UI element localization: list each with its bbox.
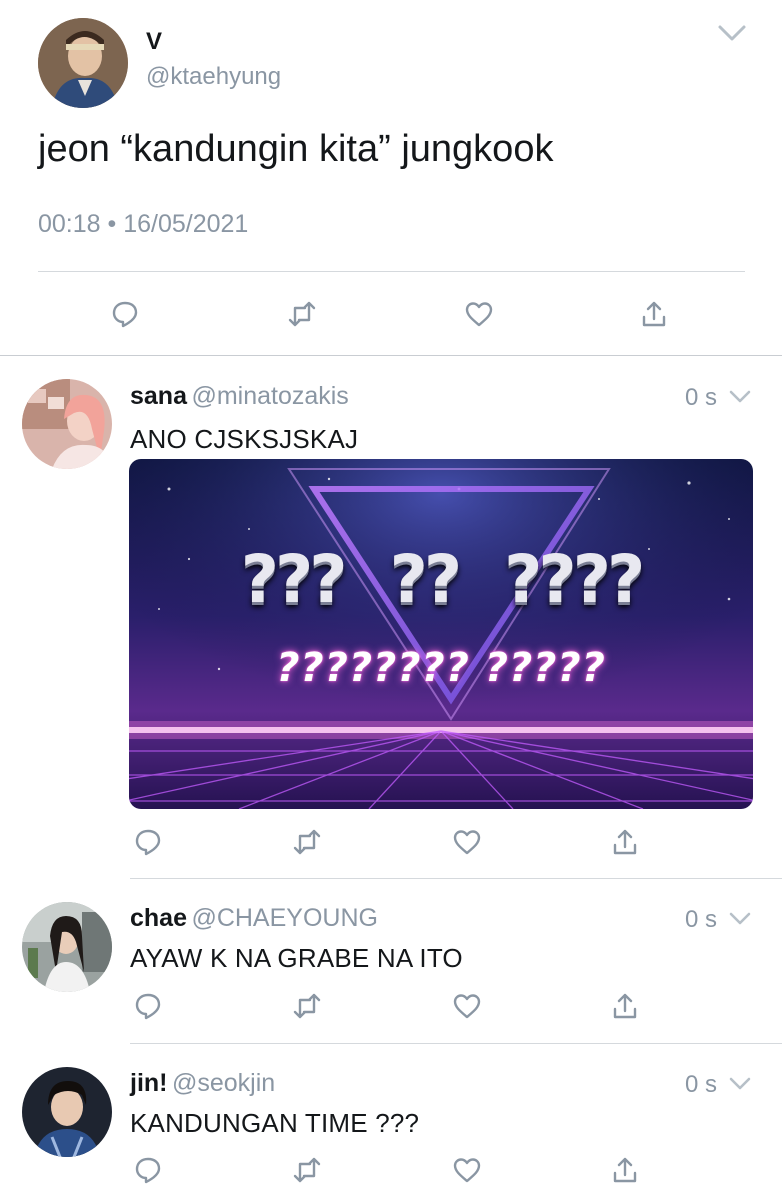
reply-icon[interactable] [107, 296, 143, 332]
author-name[interactable]: chae [130, 904, 187, 932]
avatar[interactable] [38, 18, 128, 108]
author-handle[interactable]: @CHAEYOUNG [191, 904, 378, 932]
avatar[interactable] [22, 1067, 112, 1157]
share-icon[interactable] [607, 988, 643, 1024]
share-icon[interactable] [636, 296, 672, 332]
tweet-time: 0 s [685, 1071, 718, 1098]
chevron-down-icon[interactable] [728, 1076, 752, 1092]
image-text-small: ???????? ????? [276, 645, 606, 691]
image-text-large: ?? [389, 541, 463, 618]
like-icon[interactable] [449, 1152, 485, 1188]
author-name[interactable]: sana [130, 382, 187, 410]
chevron-down-icon[interactable] [728, 389, 752, 405]
tweet-text: jeon “kandungin kita” jungkook [38, 128, 554, 170]
retweet-icon[interactable] [289, 1152, 325, 1188]
section-divider [0, 355, 782, 356]
divider [38, 271, 745, 272]
tweet-text: ANO CJSKSJSKAJ [130, 424, 359, 454]
avatar[interactable] [22, 902, 112, 992]
author-name[interactable]: jin! [130, 1069, 168, 1097]
like-icon[interactable] [449, 824, 485, 860]
share-icon[interactable] [607, 824, 643, 860]
like-icon[interactable] [449, 988, 485, 1024]
chevron-down-icon[interactable] [728, 911, 752, 927]
image-text-large: ??? [240, 541, 348, 618]
author-handle[interactable]: @minatozakis [191, 382, 348, 410]
avatar[interactable] [22, 379, 112, 469]
reply-icon[interactable] [130, 1152, 166, 1188]
tweet-time: 0 s [685, 906, 718, 933]
tweet-time: 0 s [685, 384, 718, 411]
tweet-timestamp: 00:18 • 16/05/2021 [38, 210, 249, 238]
author-handle[interactable]: @ktaehyung [146, 63, 281, 91]
retweet-icon[interactable] [284, 296, 320, 332]
tweet-text: KANDUNGAN TIME ??? [130, 1108, 420, 1138]
share-icon[interactable] [607, 1152, 643, 1188]
retweet-icon[interactable] [289, 824, 325, 860]
reply-icon[interactable] [130, 988, 166, 1024]
image-text-large: ???? [504, 541, 645, 618]
author-handle[interactable]: @seokjin [172, 1069, 275, 1097]
author-name[interactable]: V [146, 28, 162, 56]
divider [130, 1043, 782, 1044]
tweet-text: AYAW K NA GRABE NA ITO [130, 943, 463, 973]
like-icon[interactable] [461, 296, 497, 332]
chevron-down-icon[interactable] [716, 22, 748, 44]
tweet-media-image[interactable]: ??? ?? ???? ???????? ????? [129, 459, 753, 809]
retweet-icon[interactable] [289, 988, 325, 1024]
divider [130, 878, 782, 879]
reply-icon[interactable] [130, 824, 166, 860]
